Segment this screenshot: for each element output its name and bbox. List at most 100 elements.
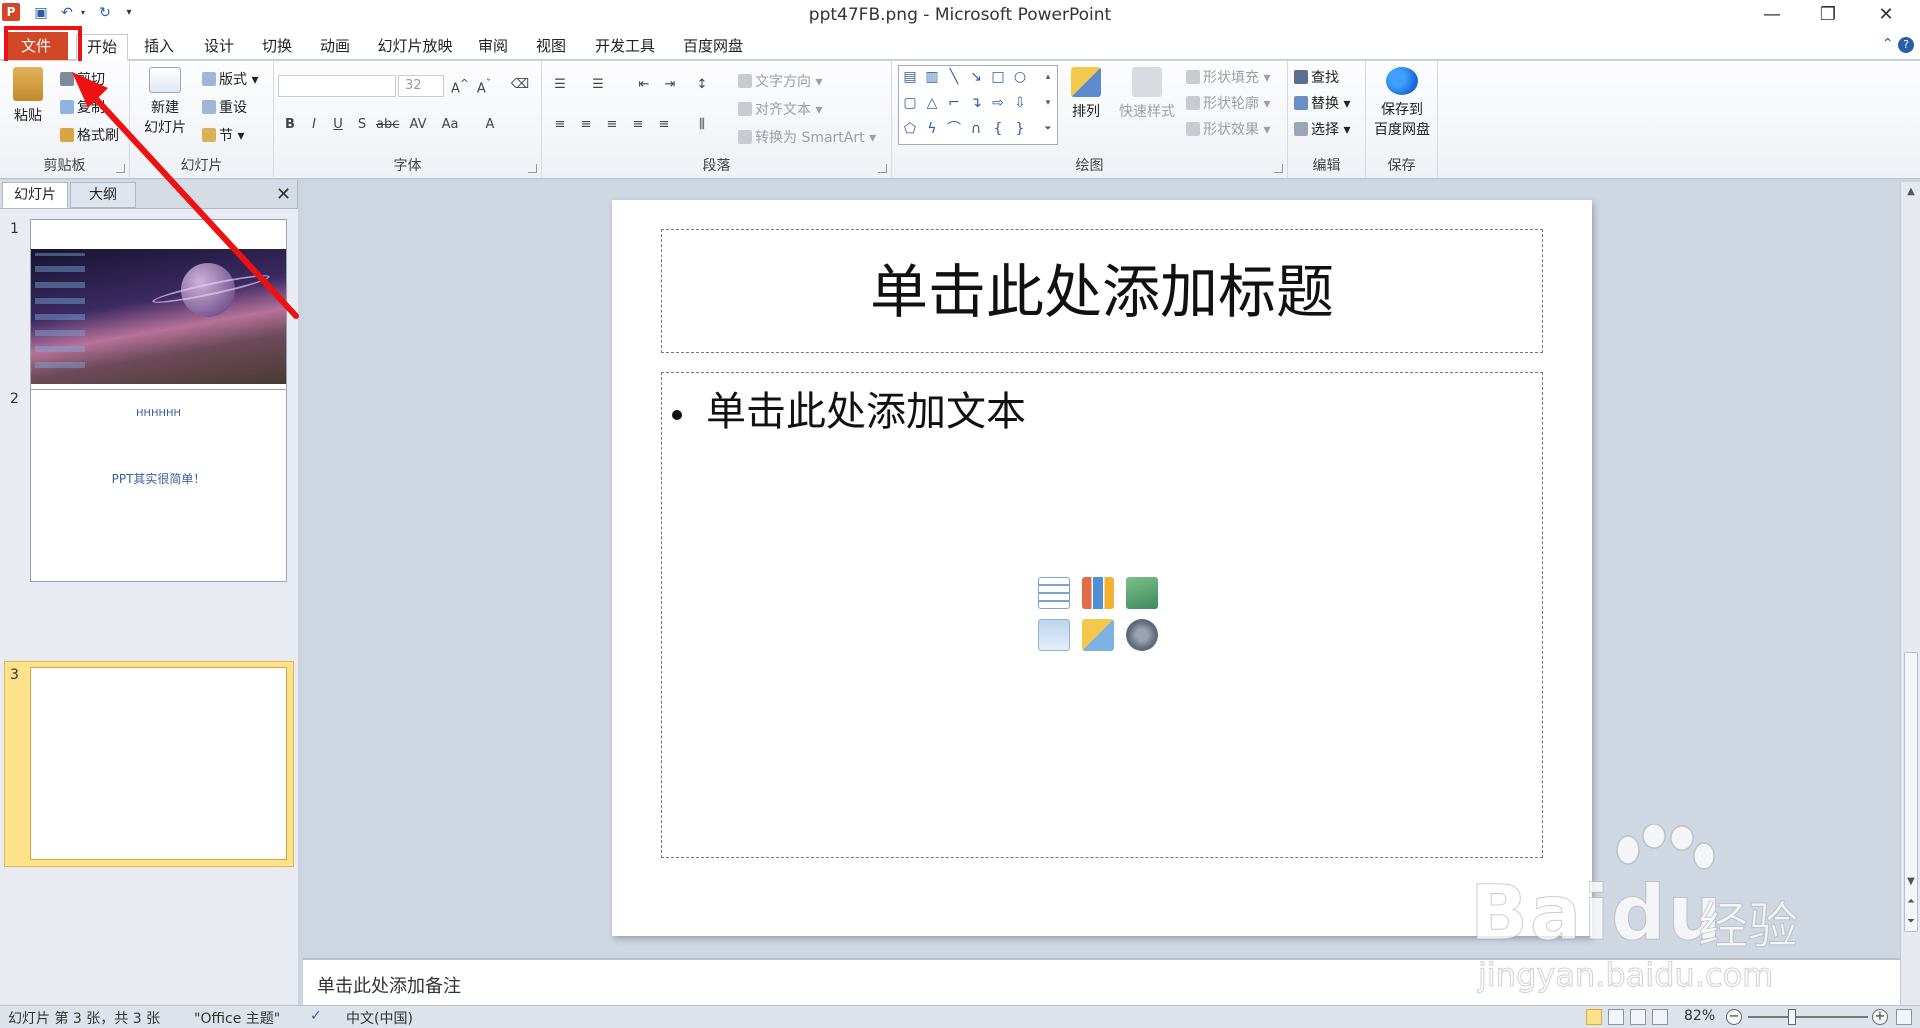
paragraph-launcher-icon[interactable] — [878, 164, 887, 173]
zoom-in-button[interactable]: + — [1872, 1009, 1888, 1025]
copy-button[interactable]: 复制 — [60, 97, 105, 117]
font-color-icon[interactable]: A — [480, 117, 500, 132]
insert-chart-icon[interactable] — [1082, 577, 1114, 609]
bullets-icon[interactable]: ☰ — [550, 77, 570, 92]
tab-slides-panel[interactable]: 幻灯片 — [2, 182, 68, 208]
next-slide-icon[interactable]: ⏷ — [1904, 916, 1918, 927]
spellcheck-icon[interactable]: ✓ — [310, 1008, 322, 1024]
shadow-icon[interactable]: S — [352, 117, 372, 132]
char-spacing-icon[interactable]: AV — [408, 117, 428, 132]
arc-shape-icon[interactable]: ⌒ — [945, 120, 963, 138]
reading-view-icon[interactable] — [1630, 1009, 1646, 1025]
increase-indent-icon[interactable]: ⇥ — [660, 77, 680, 92]
gallery-up-icon[interactable]: ▴ — [1039, 68, 1057, 86]
arrow-line-shape-icon[interactable]: ↘ — [967, 68, 985, 86]
theme-status[interactable]: "Office 主题" — [194, 1008, 280, 1028]
align-right-icon[interactable]: ≡ — [602, 117, 622, 132]
select-button[interactable]: 选择 ▾ — [1294, 119, 1350, 139]
drawing-launcher-icon[interactable] — [1274, 164, 1283, 173]
elbow-connector-shape-icon[interactable]: ⌐ — [945, 94, 963, 112]
insert-clipart-icon[interactable] — [1082, 619, 1114, 651]
shapes-gallery[interactable]: ▤ ▥ ╲ ↘ □ ○ ▢ △ ⌐ ↴ ⇨ ⇩ ⬠ ϟ ⌒ ∩ { } ▴ ▾ … — [898, 65, 1058, 145]
cut-button[interactable]: 剪切 — [60, 69, 105, 89]
down-arrow-shape-icon[interactable]: ⇩ — [1011, 94, 1029, 112]
right-brace-shape-icon[interactable]: } — [1011, 120, 1029, 138]
bold-icon[interactable]: B — [280, 117, 300, 132]
textbox-shape-icon[interactable]: ▤ — [901, 68, 919, 86]
slide-thumbnail-2[interactable]: HHHHHH PPT其实很简单！ — [30, 389, 287, 582]
tab-design[interactable]: 设计 — [196, 34, 242, 60]
zoom-slider[interactable] — [1748, 1016, 1868, 1018]
body-placeholder[interactable]: 单击此处添加文本 — [661, 372, 1543, 858]
quick-styles-button[interactable]: 快速样式 — [1114, 67, 1180, 121]
shape-outline-button[interactable]: 形状轮廓 ▾ — [1186, 93, 1270, 113]
zoom-level[interactable]: 82% — [1684, 1008, 1715, 1024]
close-button[interactable]: ✕ — [1860, 0, 1912, 30]
tab-developer[interactable]: 开发工具 — [588, 34, 662, 60]
strikethrough-icon[interactable]: abc — [376, 117, 399, 132]
italic-icon[interactable]: I — [304, 117, 324, 132]
scroll-up-icon[interactable]: ▲ — [1904, 186, 1918, 197]
tab-review[interactable]: 审阅 — [470, 34, 516, 60]
slide-thumbnail-1[interactable] — [30, 219, 287, 412]
align-text-button[interactable]: 对齐文本 ▾ — [738, 99, 822, 119]
slide-thumbnail-3[interactable] — [30, 667, 287, 860]
scroll-down-icon[interactable]: ▼ — [1904, 876, 1918, 887]
curve-shape-icon[interactable]: ∩ — [967, 120, 985, 138]
layout-button[interactable]: 版式 ▾ — [202, 69, 258, 89]
tab-home[interactable]: 开始 — [76, 34, 128, 61]
insert-smartart-icon[interactable] — [1126, 577, 1158, 609]
align-left-icon[interactable]: ≡ — [550, 117, 570, 132]
justify-icon[interactable]: ≡ — [628, 117, 648, 132]
decrease-indent-icon[interactable]: ⇤ — [634, 77, 654, 92]
replace-button[interactable]: 替换 ▾ — [1294, 93, 1350, 113]
triangle-shape-icon[interactable]: △ — [923, 94, 941, 112]
tab-view[interactable]: 视图 — [528, 34, 574, 60]
clipboard-launcher-icon[interactable] — [116, 164, 125, 173]
line-shape-icon[interactable]: ╲ — [945, 68, 963, 86]
numbering-icon[interactable]: ☰ — [588, 77, 608, 92]
shrink-font-icon[interactable]: Aˇ — [474, 77, 494, 96]
format-painter-button[interactable]: 格式刷 — [60, 125, 119, 145]
section-button[interactable]: 节 ▾ — [202, 125, 244, 145]
zoom-out-button[interactable]: − — [1726, 1009, 1742, 1025]
shape-fill-button[interactable]: 形状填充 ▾ — [1186, 67, 1270, 87]
tab-transitions[interactable]: 切换 — [254, 34, 300, 60]
elbow-arrow-shape-icon[interactable]: ↴ — [967, 94, 985, 112]
grow-font-icon[interactable]: A^ — [450, 77, 470, 96]
rectangle-shape-icon[interactable]: □ — [989, 68, 1007, 86]
slide-sorter-view-icon[interactable] — [1608, 1009, 1624, 1025]
slide-canvas[interactable]: 单击此处添加标题 单击此处添加文本 — [612, 200, 1592, 936]
smartart-button[interactable]: 转换为 SmartArt ▾ — [738, 127, 876, 147]
insert-picture-icon[interactable] — [1038, 619, 1070, 651]
tab-baidu-pan[interactable]: 百度网盘 — [676, 34, 750, 60]
reset-button[interactable]: 重设 — [202, 97, 247, 117]
arrange-button[interactable]: 排列 — [1064, 67, 1108, 121]
left-brace-shape-icon[interactable]: { — [989, 120, 1007, 138]
tab-outline-panel[interactable]: 大纲 — [70, 182, 136, 208]
right-arrow-shape-icon[interactable]: ⇨ — [989, 94, 1007, 112]
shape-effects-button[interactable]: 形状效果 ▾ — [1186, 119, 1270, 139]
clear-format-icon[interactable]: ⌫ — [510, 77, 530, 92]
title-placeholder[interactable]: 单击此处添加标题 — [661, 229, 1543, 353]
fit-to-window-icon[interactable] — [1896, 1009, 1912, 1025]
zoom-slider-knob[interactable] — [1788, 1009, 1796, 1025]
text-direction-button[interactable]: 文字方向 ▾ — [738, 71, 822, 91]
tab-insert[interactable]: 插入 — [136, 34, 182, 60]
lightning-shape-icon[interactable]: ϟ — [923, 120, 941, 138]
insert-media-icon[interactable] — [1126, 619, 1158, 651]
vertical-textbox-shape-icon[interactable]: ▥ — [923, 68, 941, 86]
panel-close-icon[interactable]: ✕ — [276, 184, 291, 205]
underline-icon[interactable]: U — [328, 117, 348, 132]
slideshow-view-icon[interactable] — [1652, 1009, 1668, 1025]
vertical-scrollbar[interactable]: ▲ ▼ ⏶ ⏷ — [1900, 182, 1920, 1005]
font-size-combo[interactable]: 32 — [398, 75, 444, 97]
paste-button[interactable]: 粘贴 — [6, 67, 50, 125]
new-slide-button[interactable]: 新建 幻灯片 — [136, 67, 194, 137]
restore-button[interactable]: ❐ — [1802, 0, 1854, 30]
align-center-icon[interactable]: ≡ — [576, 117, 596, 132]
pentagon-shape-icon[interactable]: ⬠ — [901, 120, 919, 138]
help-icon[interactable]: ⌃ ? — [1882, 36, 1914, 53]
line-spacing-icon[interactable]: ↕ — [692, 77, 712, 92]
oval-shape-icon[interactable]: ○ — [1011, 68, 1029, 86]
